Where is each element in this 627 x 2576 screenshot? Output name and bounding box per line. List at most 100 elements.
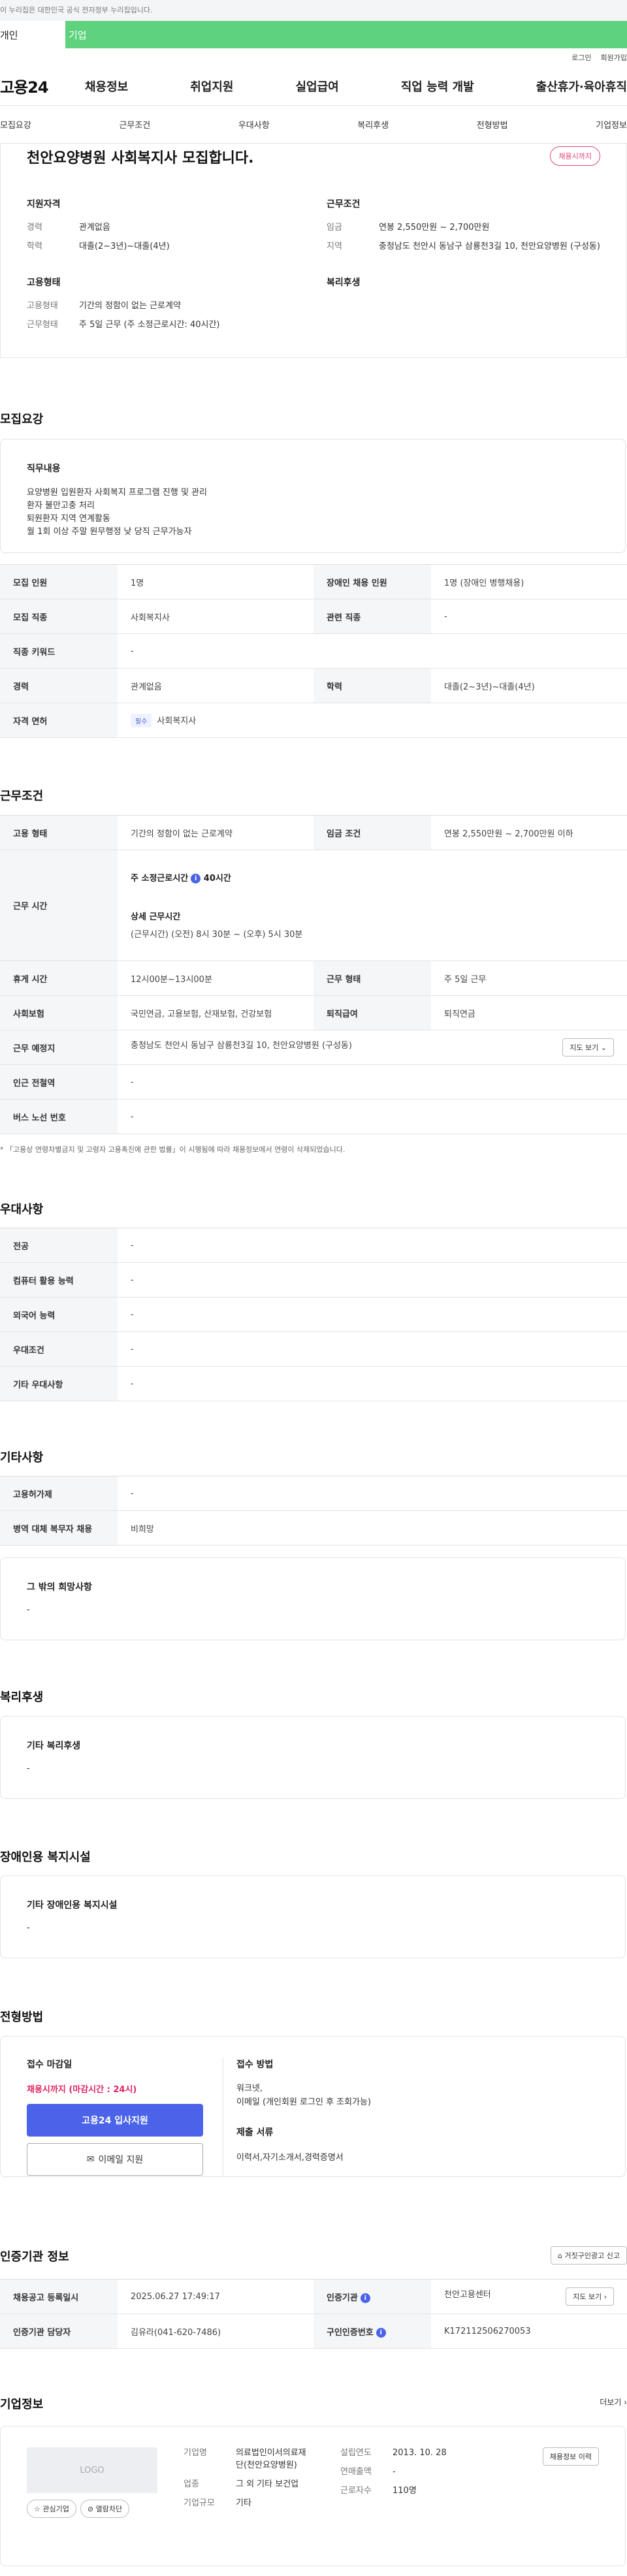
tab-personal[interactable]: 개인: [0, 21, 65, 48]
agency-cell: 천안고용센터 지도 보기 ›: [431, 2279, 627, 2314]
block-icon: ⊘: [87, 2505, 94, 2513]
gov-notice-bar: 이 누리집은 대한민국 공식 전자정부 누리집입니다.: [0, 0, 627, 21]
table-key: 퇴직급여: [314, 995, 431, 1030]
info-icon[interactable]: i: [376, 2327, 386, 2338]
table-row: 기타 우대사항 -: [0, 1366, 627, 1401]
company-key: 업종: [184, 2479, 199, 2489]
map-button[interactable]: 지도 보기 ⌄: [562, 1038, 614, 1057]
block-company-button[interactable]: ⊘ 열람차단: [80, 2500, 130, 2518]
deadline-badge: 채용시까지: [550, 146, 600, 166]
info-icon[interactable]: i: [360, 2293, 370, 2303]
agency-map-button[interactable]: 지도 보기 ›: [566, 2287, 614, 2306]
location-cell: 충청남도 천안시 동남구 삼룡천3길 10, 천안요양병원 (구성동) 지도 보…: [118, 1030, 627, 1065]
etc-heading: 기타사항: [0, 1451, 44, 1465]
method-line: 워크넷,: [236, 2084, 263, 2093]
duty-line: 월 1회 이상 주말 원무행정 낮 당직 근무가능자: [27, 527, 192, 537]
table-row: 전공 -: [0, 1228, 627, 1263]
company-value: -: [393, 2466, 396, 2477]
work-table: 고용 형태 기간의 정함이 없는 근로계약 임금 조건 연봉 2,550만원 ~ 2…: [0, 815, 627, 1134]
duty-line: 퇴원환자 지역 연계활동: [27, 514, 110, 524]
global-nav: 고용24 채용정보 취업지원 실업급여 직업 능력 개발 출산휴가·육아휴직: [0, 67, 627, 106]
summary-key: 학력: [27, 241, 42, 251]
subnav-preferences[interactable]: 우대사항: [238, 118, 270, 131]
subnav-welfare[interactable]: 복리후생: [357, 118, 389, 131]
table-row: 고용 형태 기간의 정함이 없는 근로계약 임금 조건 연봉 2,550만원 ~ 2…: [0, 815, 627, 850]
table-row: 버스 노선 번호 -: [0, 1099, 627, 1134]
weekly-hours-value: 40시간: [203, 874, 231, 883]
agency-heading: 인증기관 정보: [0, 2250, 69, 2264]
table-key: 채용공고 등록일시: [0, 2279, 118, 2314]
disability-heading: 장애인용 복지시설: [0, 1851, 91, 1864]
site-logo[interactable]: 고용24: [0, 74, 78, 97]
table-key: 직종 키워드: [0, 633, 118, 669]
subnav-company[interactable]: 기업정보: [596, 118, 627, 131]
gnb-item-unemployment-benefit[interactable]: 실업급여: [296, 78, 339, 95]
company-heading: 기업정보: [0, 2398, 44, 2411]
summary-key: 임금: [327, 223, 342, 232]
job-history-button[interactable]: 채용정보 이력: [542, 2447, 599, 2466]
duty-title: 직무내용: [27, 464, 61, 474]
info-icon[interactable]: i: [191, 874, 201, 883]
table-value: 1명: [118, 564, 314, 599]
utility-nav: 로그인 회원가입: [0, 48, 627, 67]
pref-heading: 우대사항: [0, 1203, 44, 1216]
employment-heading: 고용형태: [27, 277, 61, 288]
job-summary-card: 천안요양병원 사회복지사 모집합니다. 채용시까지 지원자격 경력 관계없음 학력…: [0, 144, 627, 358]
method-line: 이메일 (개인회원 로그인 후 조회가능): [236, 2097, 372, 2107]
table-key: 경력: [0, 668, 118, 703]
table-value: -: [118, 1064, 627, 1100]
tab-corporate[interactable]: 기업: [65, 21, 627, 48]
company-value: 그 외 기타 보건업: [236, 2479, 299, 2489]
required-tag: 필수: [131, 713, 152, 727]
table-value: 관계없음: [118, 668, 314, 703]
company-key: 근로자수: [340, 2485, 372, 2496]
gnb-item-parental-leave[interactable]: 출산휴가·육아휴직: [536, 78, 627, 95]
table-value: -: [118, 1262, 627, 1297]
table-value: -: [118, 1297, 627, 1332]
recruit-table: 모집 인원 1명 장애인 채용 인원 1명 (장애인 병행채용) 모집 직종사회복지…: [0, 564, 627, 738]
table-row: 모집 인원 1명 장애인 채용 인원 1명 (장애인 병행채용): [0, 564, 627, 599]
disability-value: -: [27, 1923, 30, 1933]
table-row: 인증기관 담당자 김유라(041-620-7486) 구인인증번호 i K172112…: [0, 2314, 627, 2349]
login-link[interactable]: 로그인: [571, 52, 591, 63]
summary-key: 지역: [327, 241, 342, 251]
gnb-item-employment-support[interactable]: 취업지원: [190, 78, 233, 95]
gnb-item-jobs[interactable]: 채용정보: [85, 78, 128, 95]
company-key: 연매출액: [340, 2466, 372, 2477]
deadline-title: 접수 마감일: [27, 2059, 72, 2070]
summary-value: 연봉 2,550만원 ~ 2,700만원: [379, 223, 490, 232]
company-more-link[interactable]: 더보기 ›: [600, 2396, 627, 2408]
table-row: 고용허가제 -: [0, 1476, 627, 1511]
table-value: -: [431, 599, 627, 634]
license-cell: 필수 사회복지사: [118, 703, 627, 738]
detail-hours-label: 상세 근무시간: [131, 912, 181, 922]
report-fake-ad-button[interactable]: ⌂ 거짓구인광고 신고: [551, 2246, 627, 2265]
signup-link[interactable]: 회원가입: [601, 52, 627, 63]
email-apply-button[interactable]: ✉ 이메일 지원: [27, 2143, 203, 2176]
favorite-company-button[interactable]: ☆ 관심기업: [27, 2500, 76, 2518]
summary-value: 충청남도 천안시 동남구 삼룡천3길 10, 천안요양병원 (구성동): [379, 241, 600, 251]
welfare-box: 기타 복리후생 -: [0, 1716, 626, 1799]
table-value: 12시00분~13시00분: [118, 961, 314, 996]
subnav-selection[interactable]: 전형방법: [477, 118, 508, 131]
table-key: 사회보험: [0, 995, 118, 1030]
table-key: 관련 직종: [314, 599, 431, 634]
subnav-recruit[interactable]: 모집요강: [0, 118, 31, 131]
subnav-work-conditions[interactable]: 근무조건: [119, 118, 150, 131]
gnb-item-vocational-training[interactable]: 직업 능력 개발: [401, 78, 474, 95]
agency-value: 천안고용센터: [444, 2290, 491, 2300]
chevron-right-icon: ›: [603, 2293, 607, 2301]
welfare-heading: 복리후생: [0, 1691, 44, 1704]
company-value: 2013. 10. 28: [393, 2448, 447, 2458]
table-key: 모집 인원: [0, 564, 118, 599]
hope-box: 그 밖의 희망사항 -: [0, 1557, 626, 1640]
duty-box: 직무내용 요양병원 입원환자 사회복지 프로그램 진행 및 관리 환자 불만고충…: [0, 439, 626, 553]
summary-key: 경력: [27, 223, 42, 232]
license-value: 사회복지사: [157, 716, 197, 726]
apply-button[interactable]: 고용24 입사지원: [27, 2104, 203, 2137]
company-value: 의료법인이서의료재단(천안요양병원): [236, 2448, 306, 2470]
table-key: 외국어 능력: [0, 1297, 118, 1332]
pref-table: 전공 - 컴퓨터 활용 능력 - 외국어 능력 - 우대조건 - 기타 우대사항 -: [0, 1228, 627, 1401]
table-key: 모집 직종: [0, 599, 118, 634]
table-key: 인증기관 담당자: [0, 2314, 118, 2349]
